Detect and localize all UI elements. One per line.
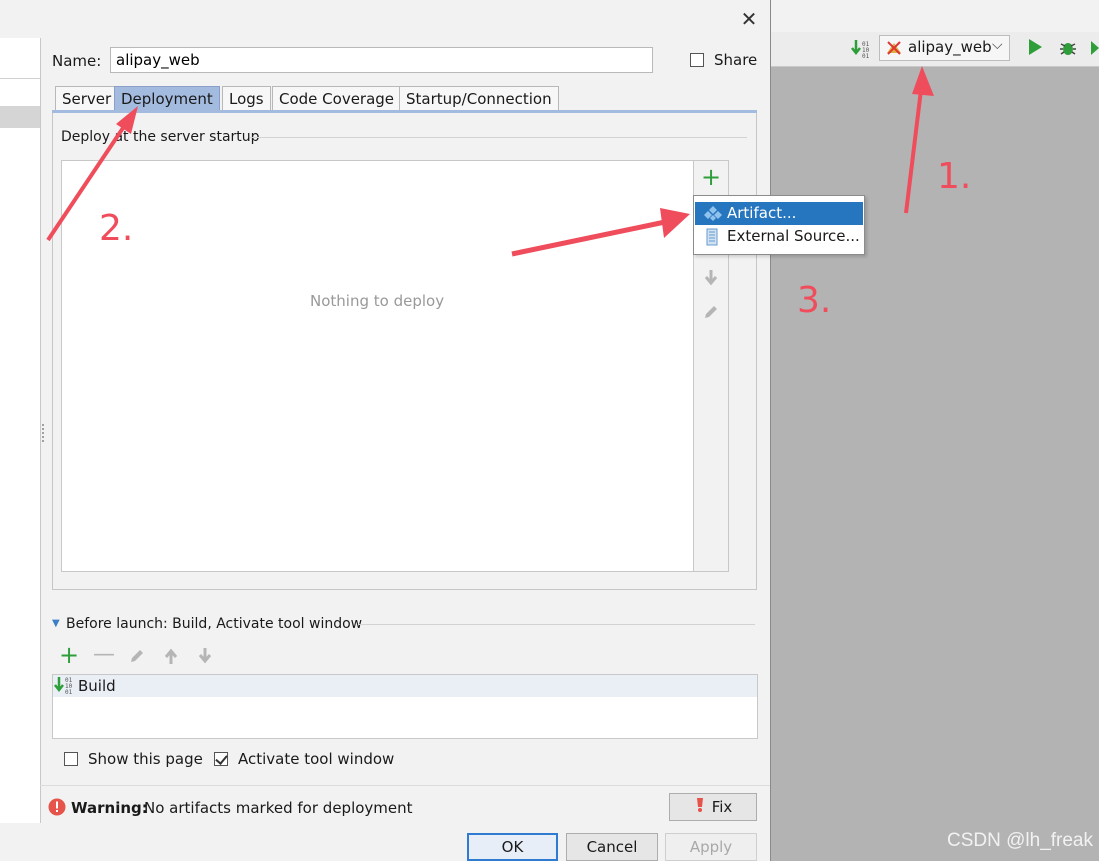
annotation-2: 2. [99,208,134,249]
arrow-1 [904,66,934,214]
annotation-1: 1. [937,156,972,197]
watermark: CSDN @lh_freak [947,830,1093,851]
annotation-arrows [46,66,934,257]
arrow-3 [511,208,690,257]
annotation-3: 3. [797,280,832,321]
